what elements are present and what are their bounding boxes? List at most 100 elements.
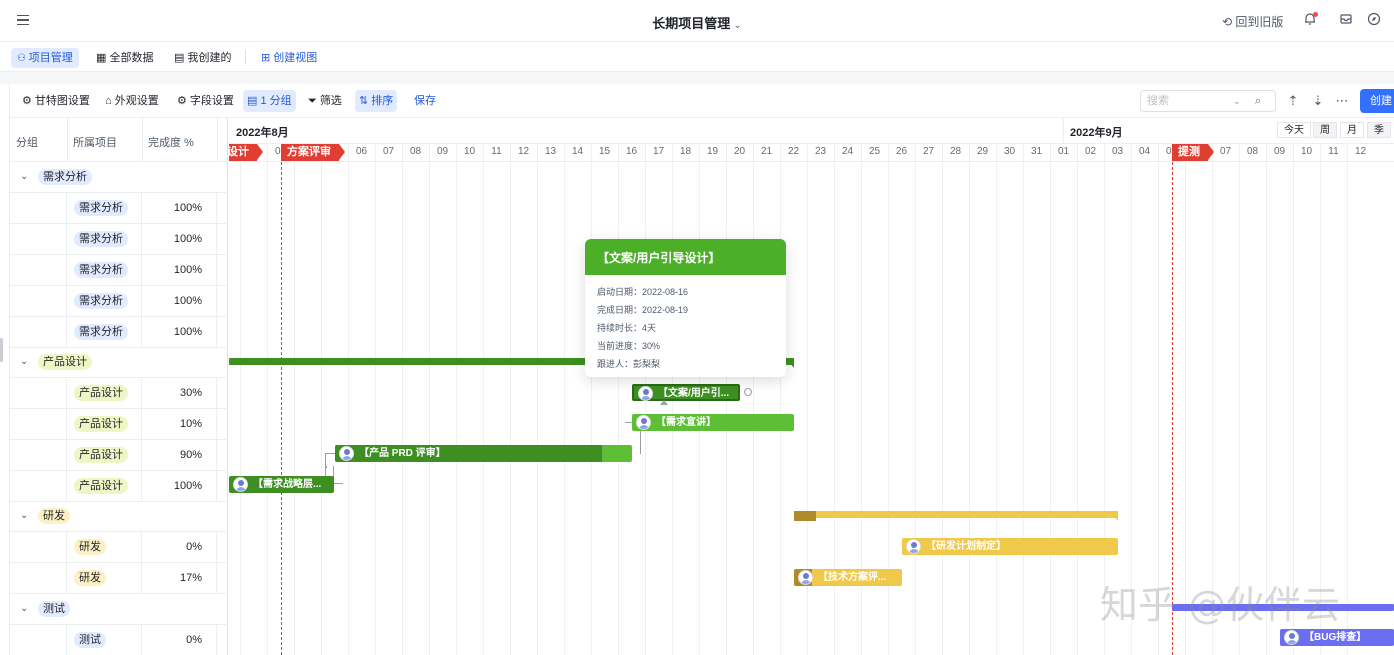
- day-column: [402, 144, 429, 655]
- table-row[interactable]: 需求分析 100%: [10, 317, 228, 348]
- save-button[interactable]: 保存: [410, 90, 440, 112]
- table-row[interactable]: 需求分析 100%: [10, 286, 228, 317]
- progress-value: 100%: [173, 233, 202, 245]
- header-project[interactable]: 所属项目: [73, 134, 117, 150]
- table-row[interactable]: 需求分析 100%: [10, 224, 228, 255]
- milestone-design[interactable]: 设计: [229, 144, 263, 161]
- day-label: 20: [733, 146, 746, 157]
- group-row[interactable]: ⌄ 需求分析: [10, 162, 228, 193]
- more-icon[interactable]: ⋯: [1334, 93, 1350, 109]
- old-version-button[interactable]: ⟲ 回到旧版: [1222, 13, 1283, 30]
- zoom-week[interactable]: 周: [1313, 122, 1337, 138]
- appearance-settings-button[interactable]: ⌂ 外观设置: [101, 90, 163, 112]
- task-bar-bug[interactable]: 【BUG排查】: [1280, 629, 1394, 646]
- zoom-quarter[interactable]: 季: [1367, 122, 1391, 138]
- table-row[interactable]: 需求分析 100%: [10, 193, 228, 224]
- day-column: [348, 144, 375, 655]
- inbox-icon[interactable]: [1338, 12, 1354, 28]
- search-input[interactable]: 搜索 ⌄ ⌕: [1140, 90, 1276, 112]
- gear-icon: ⚙: [177, 95, 190, 107]
- progress-value: 100%: [173, 295, 202, 307]
- table-row[interactable]: 测试 0%: [10, 625, 228, 655]
- avatar: [339, 446, 354, 461]
- table-row[interactable]: 研发 17%: [10, 563, 228, 594]
- task-bar-present[interactable]: 【需求宣讲】: [632, 414, 794, 431]
- header-group[interactable]: 分组: [16, 134, 38, 150]
- chevron-down-icon[interactable]: ⌄: [20, 603, 28, 614]
- day-label: 09: [436, 146, 449, 157]
- chevron-down-icon[interactable]: ⌄: [733, 20, 741, 31]
- task-bar-tech-review[interactable]: 【技术方案评...: [794, 569, 902, 586]
- group-button[interactable]: ▤ 1 分组: [243, 90, 296, 112]
- group-row[interactable]: ⌄ 测试: [10, 594, 228, 625]
- field-settings-button[interactable]: ⚙ 字段设置: [173, 90, 238, 112]
- progress-value: 100%: [173, 264, 202, 276]
- table-row[interactable]: 需求分析 100%: [10, 255, 228, 286]
- day-label: 11: [491, 146, 502, 157]
- group-summary-bar[interactable]: [794, 511, 1118, 518]
- create-view-button[interactable]: ⊞ 创建视图: [255, 48, 323, 68]
- palette-icon: ⌂: [105, 95, 115, 107]
- search-icon[interactable]: ⌕: [1255, 91, 1261, 111]
- gantt-settings-button[interactable]: ⚙ 甘特图设置: [18, 90, 94, 112]
- tooltip-end: 完成日期：2022-08-19: [597, 305, 689, 315]
- sort-button[interactable]: ⇅ 排序: [355, 90, 398, 112]
- task-label: 【研发计划制定】: [926, 541, 1006, 552]
- upload-icon[interactable]: ⇡: [1285, 93, 1301, 109]
- table-row[interactable]: 产品设计 100%: [10, 471, 228, 502]
- tooltip-progress: 当前进度：30%: [597, 341, 661, 351]
- milestone-test[interactable]: 提测: [1172, 144, 1214, 161]
- chevron-down-icon[interactable]: ⌄: [20, 171, 28, 182]
- task-bar-prd[interactable]: 【产品 PRD 评审】: [335, 445, 632, 462]
- compass-icon[interactable]: [1366, 12, 1382, 28]
- avatar: [906, 539, 921, 554]
- tab-my-created[interactable]: ▤ 我创建的: [168, 48, 237, 68]
- zoom-month[interactable]: 月: [1340, 122, 1364, 138]
- today-button[interactable]: 今天: [1277, 122, 1311, 138]
- progress-value: 0%: [186, 541, 202, 553]
- day-column: [483, 144, 510, 655]
- header-progress[interactable]: 完成度 %: [148, 134, 194, 150]
- task-tooltip: 【文案/用户引导设计】 启动日期：2022-08-16 完成日期：2022-08…: [585, 239, 786, 377]
- table-row[interactable]: 产品设计 90%: [10, 440, 228, 471]
- download-icon[interactable]: ⇣: [1310, 93, 1326, 109]
- table-row[interactable]: 产品设计 30%: [10, 378, 228, 409]
- day-label: 21: [760, 146, 773, 157]
- group-tag: 研发: [38, 508, 70, 524]
- chevron-down-icon[interactable]: ⌄: [20, 510, 28, 521]
- project-tag: 产品设计: [74, 447, 128, 463]
- group-row[interactable]: ⌄ 产品设计: [10, 347, 228, 378]
- tooltip-owner: 跟进人：彭梨梨: [597, 359, 661, 369]
- group-icon: ▤: [247, 95, 261, 107]
- link-handle[interactable]: [744, 388, 752, 396]
- group-row[interactable]: ⌄ 研发: [10, 501, 228, 532]
- avatar: [233, 477, 248, 492]
- task-label: 【产品 PRD 评审】: [359, 448, 446, 459]
- day-label: 14: [571, 146, 584, 157]
- task-bar-copy[interactable]: 【文案/用户引...: [632, 384, 740, 401]
- filter-button[interactable]: ⏷ 筛选: [304, 90, 346, 112]
- day-label: 22: [787, 146, 800, 157]
- summary-start: [794, 511, 816, 521]
- project-tag: 研发: [74, 539, 106, 555]
- table-row[interactable]: 产品设计 10%: [10, 409, 228, 440]
- day-label: 06: [355, 146, 368, 157]
- create-button[interactable]: 创建: [1360, 89, 1394, 113]
- tab-all-data[interactable]: ▦ 全部数据: [90, 48, 159, 68]
- chevron-down-icon[interactable]: ⌄: [1233, 91, 1241, 111]
- task-bar-dev-plan[interactable]: 【研发计划制定】: [902, 538, 1118, 555]
- day-column: [294, 144, 321, 655]
- day-label: 07: [382, 146, 395, 157]
- day-column: [229, 144, 240, 655]
- task-bar-strategy[interactable]: 【需求战略层...: [229, 476, 334, 493]
- table-row[interactable]: 研发 0%: [10, 532, 228, 563]
- project-tag: 产品设计: [74, 416, 128, 432]
- day-label: 01: [1057, 146, 1070, 157]
- day-column: [375, 144, 402, 655]
- chevron-down-icon[interactable]: ⌄: [20, 356, 28, 367]
- milestone-review[interactable]: 方案评审: [281, 144, 345, 161]
- app-title[interactable]: 长期项目管理 ⌄: [0, 13, 1394, 32]
- table-icon: ▤: [174, 52, 188, 64]
- tab-project-management[interactable]: ⚇ 项目管理: [11, 48, 79, 68]
- resize-handle[interactable]: [0, 338, 3, 362]
